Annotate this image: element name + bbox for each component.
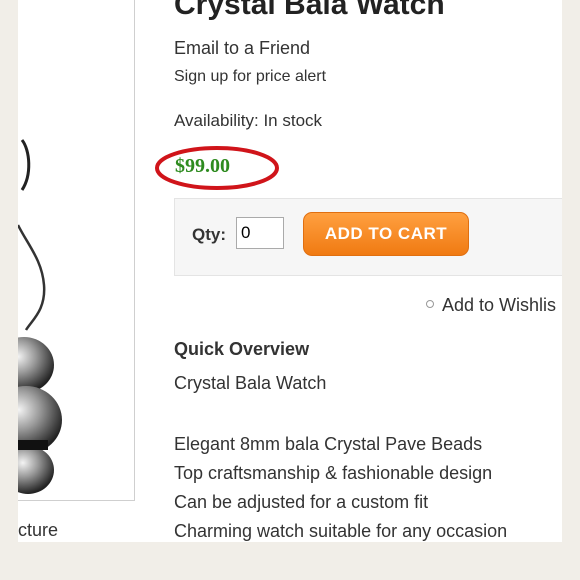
watch-beads-image: [18, 139, 62, 494]
add-to-cart-button[interactable]: ADD TO CART: [303, 212, 469, 256]
qty-input[interactable]: [236, 217, 284, 249]
add-to-wishlist-link[interactable]: Add to Wishlis: [426, 295, 556, 316]
add-to-cart-panel: Qty: ADD TO CART: [174, 198, 562, 276]
wishlist-label: Add to Wishlis: [442, 295, 557, 315]
product-image-panel[interactable]: [18, 0, 135, 501]
product-title: Crystal Bala Watch: [174, 0, 445, 21]
feature-item: Top craftsmanship & fashionable design: [174, 463, 493, 483]
feature-item: Can be adjusted for a custom fit: [174, 492, 429, 512]
feature-list: Elegant 8mm bala Crystal Pave Beads Top …: [174, 430, 507, 542]
price-alert-link[interactable]: Sign up for price alert: [174, 68, 326, 86]
qty-label: Qty:: [192, 225, 226, 244]
image-caption: cture: [18, 520, 59, 540]
price-highlight-circle: [155, 146, 279, 190]
quick-overview-heading: Quick Overview: [174, 339, 310, 359]
feature-item: Charming watch suitable for any occasion: [174, 521, 508, 541]
overview-product-name: Crystal Bala Watch: [174, 373, 327, 393]
bullet-icon: [426, 300, 434, 309]
availability-status: Availability: In stock: [174, 111, 323, 130]
feature-item: Elegant 8mm bala Crystal Pave Beads: [174, 434, 483, 454]
email-friend-link[interactable]: Email to a Friend: [174, 38, 310, 59]
product-page-screenshot: cture Crystal Bala Watch Email to a Frie…: [18, 0, 562, 542]
